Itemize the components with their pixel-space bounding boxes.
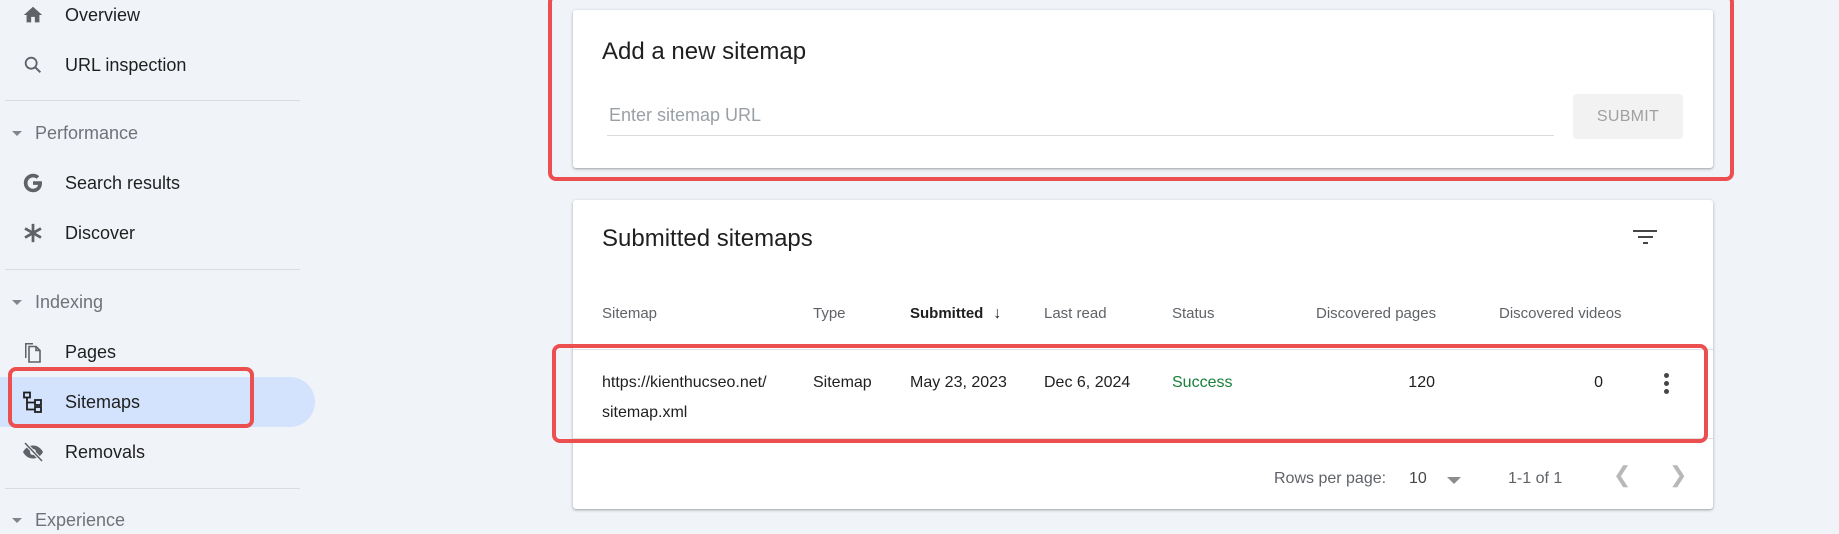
add-sitemap-title: Add a new sitemap [602,38,807,65]
sidebar-divider [5,269,300,270]
sidebar-divider [5,488,300,489]
sidebar-item-label: Pages [65,341,117,362]
sidebar: Overview URL inspection Performance Sear… [0,0,320,534]
column-header-type[interactable]: Type [813,305,846,322]
rows-per-page-select[interactable]: 10 [1409,470,1427,488]
column-header-status[interactable]: Status [1172,305,1215,322]
section-label: Indexing [35,291,104,312]
pagination-range: 1-1 of 1 [1508,470,1563,487]
column-header-sitemap[interactable]: Sitemap [602,305,657,322]
eye-off-icon [20,439,46,465]
asterisk-icon [20,220,46,246]
sidebar-item-label: Search results [65,172,181,193]
column-header-discovered-pages[interactable]: Discovered pages [1316,305,1436,322]
arrow-down-icon: ↓ [993,305,1002,322]
sidebar-item-discover[interactable]: Discover [0,208,315,258]
cell-last-read: Dec 6, 2024 [1044,374,1131,391]
sidebar-item-label: URL inspection [65,54,187,75]
cell-discovered-pages: 120 [1408,374,1435,391]
section-label: Experience [35,509,126,530]
cell-submitted: May 23, 2023 [910,374,1007,391]
sidebar-item-removals[interactable]: Removals [0,427,315,477]
section-label: Performance [35,122,139,143]
pages-icon [20,339,46,365]
caret-down-icon [12,299,22,305]
caret-down-icon [12,130,22,136]
column-header-discovered-videos[interactable]: Discovered videos [1499,305,1622,322]
sitemap-url-input[interactable] [607,96,1554,136]
chevron-right-icon[interactable]: ❯ [1669,462,1687,488]
sitemap-url-line2: sitemap.xml [602,404,688,421]
cell-sitemap: https://kienthucseo.net/ sitemap.xml [602,368,767,428]
home-icon [20,2,46,28]
cell-type: Sitemap [813,374,872,391]
submitted-sitemaps-card: Submitted sitemaps Sitemap Type Submitte… [573,200,1713,509]
cell-status: Success [1172,374,1233,391]
more-options-icon[interactable] [1659,368,1673,398]
google-g-icon [20,170,46,196]
caret-down-icon [12,517,22,523]
search-icon [20,52,46,78]
rows-per-page-label: Rows per page: [1274,470,1387,487]
sidebar-item-label: Discover [65,222,136,243]
sidebar-item-label: Removals [65,441,146,462]
sidebar-item-label: Overview [65,4,141,25]
submit-button[interactable]: SUBMIT [1573,94,1683,139]
chevron-left-icon[interactable]: ❮ [1613,462,1631,488]
sidebar-item-overview[interactable]: Overview [0,0,315,40]
column-header-submitted[interactable]: Submitted ↓ [910,305,1001,323]
cell-discovered-videos: 0 [1594,374,1603,391]
sitemap-icon [20,389,46,415]
filter-icon[interactable] [1630,222,1660,252]
row-divider [573,349,1713,350]
sitemap-url-line1: https://kienthucseo.net/ [602,374,767,391]
add-sitemap-card: Add a new sitemap SUBMIT [573,10,1713,168]
row-divider [573,438,1713,439]
sidebar-item-sitemaps[interactable]: Sitemaps [0,377,315,427]
caret-down-icon[interactable] [1447,477,1461,484]
sidebar-item-label: Sitemaps [65,391,141,412]
submitted-sitemaps-title: Submitted sitemaps [602,225,813,252]
sidebar-item-pages[interactable]: Pages [0,327,315,377]
sidebar-item-search-results[interactable]: Search results [0,158,315,208]
sidebar-divider [5,100,300,101]
sidebar-item-url-inspection[interactable]: URL inspection [0,40,315,90]
column-header-label: Submitted [910,305,984,322]
column-header-last-read[interactable]: Last read [1044,305,1107,322]
